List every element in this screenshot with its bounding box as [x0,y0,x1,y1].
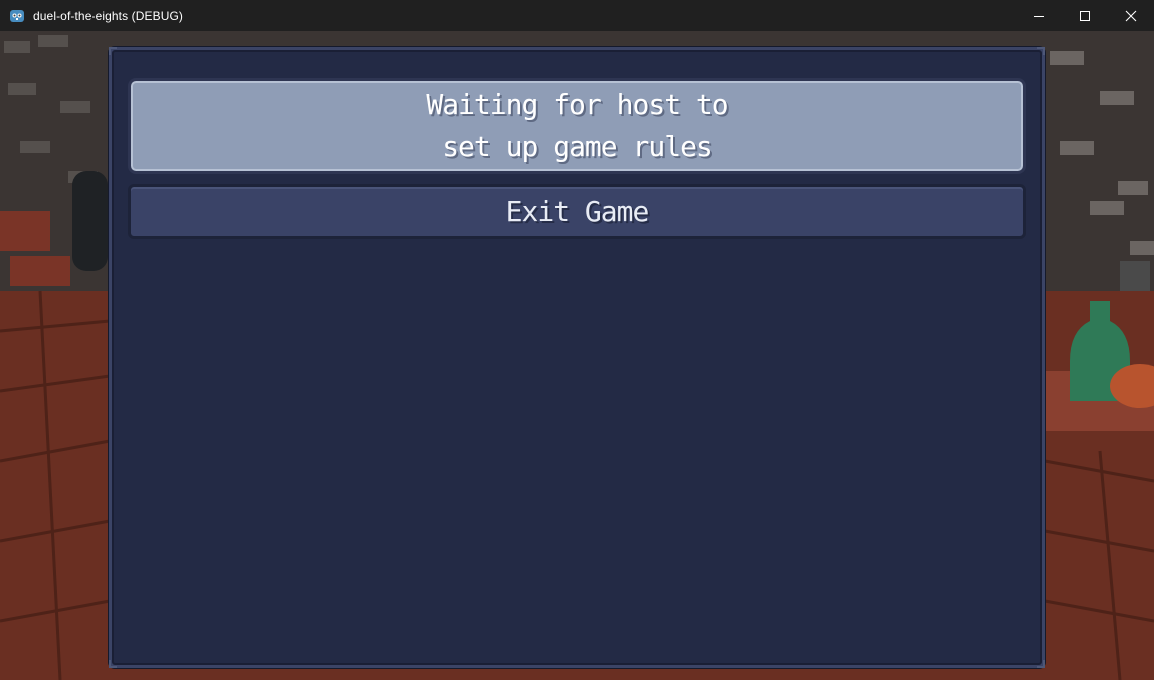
status-line-1: Waiting for host to [426,88,728,121]
minimize-button[interactable] [1016,0,1062,31]
panel-corner-decoration [109,660,117,668]
title-bar[interactable]: duel-of-the-eights (DEBUG) [0,0,1154,31]
window-controls [1016,0,1154,31]
close-icon [1125,10,1137,21]
godot-engine-icon [9,8,25,24]
exit-game-button[interactable]: Exit Game [128,184,1026,239]
window-title: duel-of-the-eights (DEBUG) [33,8,183,23]
status-line-2: set up game rules [442,130,713,163]
panel-corner-decoration [1037,660,1045,668]
game-window: duel-of-the-eights (DEBUG) Waiting for h… [0,0,1154,680]
minimize-icon [1034,15,1044,17]
panel-corner-decoration [1037,47,1045,55]
exit-game-label: Exit Game [505,195,650,228]
maximize-button[interactable] [1062,0,1108,31]
panel-corner-decoration [109,47,117,55]
maximize-icon [1080,10,1090,21]
close-button[interactable] [1108,0,1154,31]
host-status-message: Waiting for host to set up game rules [128,78,1026,174]
